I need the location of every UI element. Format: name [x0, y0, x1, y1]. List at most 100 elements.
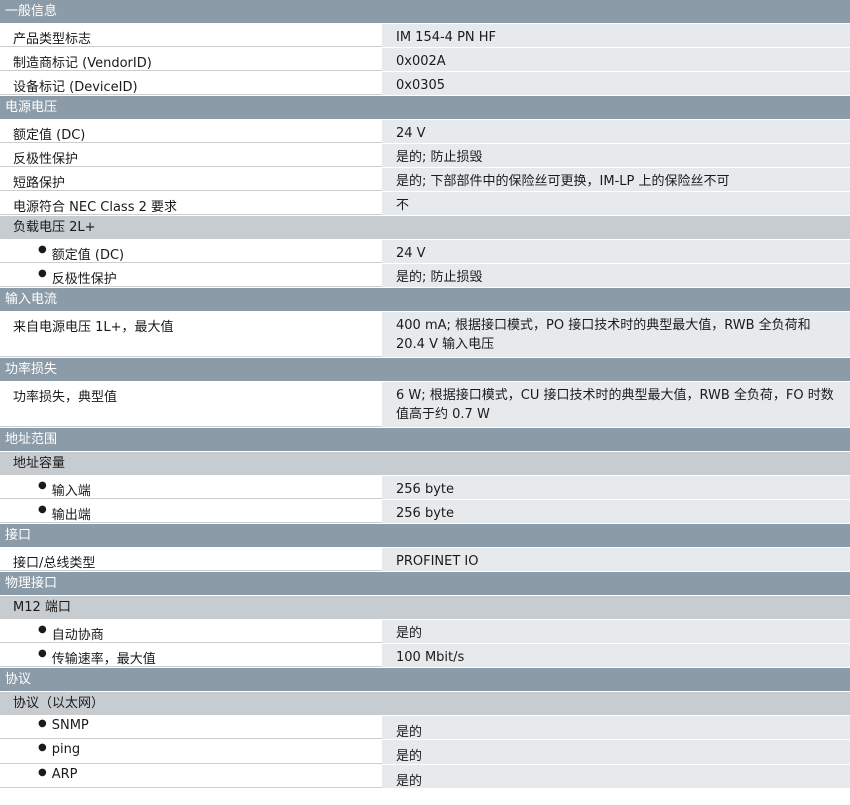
row-label-text: 反极性保护 — [51, 272, 117, 287]
subsection-title: 负载电压 2L+ — [13, 220, 96, 235]
subsection-address-capacity: 地址容量 — [0, 452, 850, 476]
bullet-icon: ● — [38, 480, 47, 491]
section-interface: 接口 — [0, 524, 850, 548]
section-physical-interface: 物理接口 — [0, 572, 850, 596]
section-title: 一般信息 — [5, 4, 58, 19]
row-label: 额定值 (DC) — [0, 120, 382, 143]
row-snmp: ● SNMP 是的 — [0, 716, 850, 740]
row-value: 24 V — [382, 120, 850, 143]
row-bus-type: 接口/总线类型 PROFINET IO — [0, 548, 850, 572]
row-load-rated-dc: ● 额定值 (DC) 24 V — [0, 240, 850, 264]
section-title: 接口 — [5, 528, 32, 543]
row-label-text: 输出端 — [51, 508, 91, 523]
row-power-loss-typ: 功率损失，典型值 6 W; 根据接口模式，CU 接口技术时的典型最大值，RWB … — [0, 382, 850, 428]
row-label-text: 传输速率，最大值 — [51, 652, 156, 667]
row-label-text: 额定值 (DC) — [51, 248, 125, 263]
row-label: ● ARP — [0, 765, 382, 788]
section-protocol: 协议 — [0, 668, 850, 692]
row-label: ● ping — [0, 740, 382, 764]
section-title: 电源电压 — [5, 100, 58, 115]
row-value: IM 154-4 PN HF — [382, 24, 850, 47]
row-value: 256 byte — [382, 476, 850, 499]
row-label-text: ARP — [51, 767, 78, 782]
row-outputs: ● 输出端 256 byte — [0, 500, 850, 524]
row-label: 接口/总线类型 — [0, 548, 382, 571]
row-label: ● 输入端 — [0, 476, 382, 499]
row-label: 制造商标记 (VendorID) — [0, 48, 382, 71]
bullet-icon: ● — [38, 624, 47, 635]
subsection-title: 协议（以太网） — [13, 696, 105, 711]
subsection-load-voltage: 负载电压 2L+ — [0, 216, 850, 240]
section-title: 功率损失 — [5, 362, 58, 377]
subsection-protocol-ethernet: 协议（以太网） — [0, 692, 850, 716]
row-arp: ● ARP 是的 — [0, 765, 850, 789]
row-label: ● SNMP — [0, 716, 382, 739]
row-transfer-rate: ● 传输速率，最大值 100 Mbit/s — [0, 644, 850, 668]
section-input-current: 输入电流 — [0, 288, 850, 312]
section-power-supply: 电源电压 — [0, 96, 850, 120]
row-rated-dc: 额定值 (DC) 24 V — [0, 120, 850, 144]
row-label-text: 自动协商 — [51, 628, 104, 643]
row-reverse-polarity: 反极性保护 是的; 防止损毁 — [0, 144, 850, 168]
spec-sheet: 一般信息 产品类型标志 IM 154-4 PN HF 制造商标记 (Vendor… — [0, 0, 850, 789]
row-label: 反极性保护 — [0, 144, 382, 167]
row-vendor-id: 制造商标记 (VendorID) 0x002A — [0, 48, 850, 72]
row-value: 0x0305 — [382, 72, 850, 95]
row-label: 电源符合 NEC Class 2 要求 — [0, 192, 382, 215]
row-label: ● 额定值 (DC) — [0, 240, 382, 263]
row-label: 功率损失，典型值 — [0, 382, 382, 427]
row-label: 来自电源电压 1L+，最大值 — [0, 312, 382, 357]
row-label: 设备标记 (DeviceID) — [0, 72, 382, 95]
row-device-id: 设备标记 (DeviceID) 0x0305 — [0, 72, 850, 96]
row-ping: ● ping 是的 — [0, 740, 850, 765]
row-product-type: 产品类型标志 IM 154-4 PN HF — [0, 24, 850, 48]
row-label: 短路保护 — [0, 168, 382, 191]
row-inputs: ● 输入端 256 byte — [0, 476, 850, 500]
row-label: ● 反极性保护 — [0, 264, 382, 287]
row-value: 是的 — [382, 765, 850, 789]
row-value: 是的; 下部部件中的保险丝可更换，IM-LP 上的保险丝不可 — [382, 168, 850, 191]
row-label: ● 自动协商 — [0, 620, 382, 643]
bullet-icon: ● — [38, 742, 47, 753]
row-label-text: ping — [51, 742, 81, 757]
row-value: 100 Mbit/s — [382, 644, 850, 667]
row-label: ● 输出端 — [0, 500, 382, 523]
section-title: 输入电流 — [5, 292, 58, 307]
section-title: 地址范围 — [5, 432, 58, 447]
subsection-m12-port: M12 端口 — [0, 596, 850, 620]
row-short-circuit: 短路保护 是的; 下部部件中的保险丝可更换，IM-LP 上的保险丝不可 — [0, 168, 850, 192]
section-title: 协议 — [5, 672, 32, 687]
row-value: 400 mA; 根据接口模式，PO 接口技术时的典型最大值，RWB 全负荷和 2… — [382, 312, 850, 357]
row-load-reverse: ● 反极性保护 是的; 防止损毁 — [0, 264, 850, 288]
bullet-icon: ● — [38, 718, 47, 729]
row-value: 256 byte — [382, 500, 850, 523]
bullet-icon: ● — [38, 767, 47, 778]
row-value: PROFINET IO — [382, 548, 850, 571]
section-general: 一般信息 — [0, 0, 850, 24]
row-value: 是的 — [382, 620, 850, 643]
bullet-icon: ● — [38, 648, 47, 659]
subsection-title: M12 端口 — [13, 600, 71, 615]
row-value: 是的 — [382, 716, 850, 740]
row-autonegotiation: ● 自动协商 是的 — [0, 620, 850, 644]
row-value: 是的 — [382, 740, 850, 764]
section-title: 物理接口 — [5, 576, 58, 591]
row-value: 0x002A — [382, 48, 850, 71]
row-nec-class2: 电源符合 NEC Class 2 要求 不 — [0, 192, 850, 216]
row-label-text: 输入端 — [51, 484, 91, 499]
section-address-area: 地址范围 — [0, 428, 850, 452]
bullet-icon: ● — [38, 268, 47, 279]
section-power-loss: 功率损失 — [0, 358, 850, 382]
bullet-icon: ● — [38, 244, 47, 255]
row-value: 是的; 防止损毁 — [382, 264, 850, 287]
row-label: ● 传输速率，最大值 — [0, 644, 382, 667]
row-label-text: SNMP — [51, 718, 89, 733]
row-value: 是的; 防止损毁 — [382, 144, 850, 167]
bullet-icon: ● — [38, 504, 47, 515]
subsection-title: 地址容量 — [13, 456, 66, 471]
row-value: 24 V — [382, 240, 850, 263]
row-value: 6 W; 根据接口模式，CU 接口技术时的典型最大值，RWB 全负荷，FO 时数… — [382, 382, 850, 427]
row-from-supply: 来自电源电压 1L+，最大值 400 mA; 根据接口模式，PO 接口技术时的典… — [0, 312, 850, 358]
row-label: 产品类型标志 — [0, 24, 382, 47]
row-value: 不 — [382, 192, 850, 215]
